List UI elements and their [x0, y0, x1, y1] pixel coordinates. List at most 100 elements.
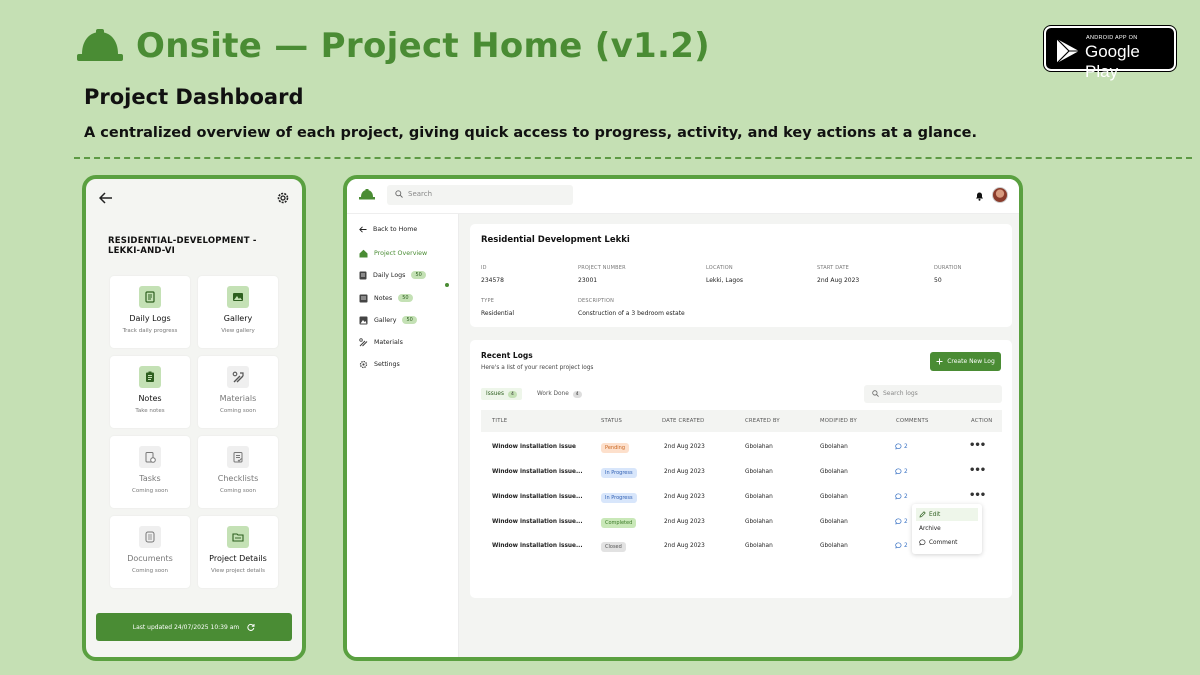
mobile-project-name: RESIDENTIAL-DEVELOPMENT -LEKKI-AND-VI: [108, 236, 257, 256]
count-badge: 50: [411, 271, 426, 279]
row-action-menu: Edit Archive Comment: [912, 504, 982, 554]
tile-title: Daily Logs: [129, 314, 171, 323]
log-title[interactable]: Window installation issue...: [492, 519, 583, 525]
plus-icon: [936, 358, 943, 365]
back-arrow-icon: [359, 225, 367, 233]
count-badge: 50: [398, 294, 413, 302]
tile-notes[interactable]: Notes Take notes: [110, 356, 190, 428]
field-label: PROJECT NUMBER: [578, 265, 626, 271]
gallery-icon: [227, 286, 249, 308]
tile-subtitle: Coming soon: [220, 408, 256, 414]
user-avatar[interactable]: [992, 187, 1008, 203]
search-logs-input[interactable]: Search logs: [864, 385, 1002, 403]
tile-title: Checklists: [217, 474, 259, 483]
sidebar-item-label: Daily Logs: [373, 271, 406, 279]
modified-by: Gbolahan: [820, 469, 848, 475]
tab-issues[interactable]: Issues 4: [481, 388, 522, 400]
menu-item-edit[interactable]: Edit: [916, 508, 978, 521]
created-by: Gbolahan: [745, 543, 773, 549]
comments-count[interactable]: 2: [895, 468, 908, 475]
field-value: Residential: [481, 310, 515, 317]
home-icon: [359, 249, 368, 258]
tile-materials[interactable]: Materials Coming soon: [198, 356, 278, 428]
more-actions-icon[interactable]: •••: [969, 465, 986, 476]
desktop-app-screen: Search Back to Home Project Overview Dai…: [343, 175, 1023, 661]
sidebar-item-label: Materials: [374, 338, 403, 346]
search-icon: [395, 190, 403, 198]
sidebar-item-label: Project Overview: [374, 249, 428, 257]
documents-icon: [139, 526, 161, 548]
comment-icon: [895, 468, 902, 475]
log-title[interactable]: Window installation issue...: [492, 543, 583, 549]
tools-icon: [227, 366, 249, 388]
sidebar-item-daily-logs[interactable]: Daily Logs 50: [359, 268, 426, 282]
global-search-input[interactable]: Search: [387, 185, 573, 205]
tile-tasks[interactable]: Tasks Coming soon: [110, 436, 190, 508]
modified-by: Gbolahan: [820, 543, 848, 549]
menu-item-label: Comment: [929, 539, 958, 546]
menu-item-archive[interactable]: Archive: [916, 522, 978, 535]
back-arrow-icon[interactable]: [99, 192, 113, 204]
settings-gear-icon[interactable]: [276, 191, 290, 205]
tile-subtitle: Coming soon: [132, 568, 168, 574]
status-badge: In Progress: [601, 468, 637, 478]
refresh-icon[interactable]: [247, 623, 255, 631]
more-actions-icon[interactable]: •••: [969, 490, 986, 501]
google-play-badge[interactable]: ANDROID APP ON Google Play: [1043, 25, 1177, 81]
tile-daily-logs[interactable]: Daily Logs Track daily progress: [110, 276, 190, 348]
comments-count[interactable]: 2: [895, 518, 908, 525]
tools-icon: [359, 337, 368, 347]
comment-icon: [895, 493, 902, 500]
field-label: ID: [481, 265, 487, 271]
log-title[interactable]: Window installation issue...: [492, 469, 583, 475]
tile-project-details[interactable]: Project Details View project details: [198, 516, 278, 588]
column-header: MODIFIED BY: [820, 418, 857, 424]
comments-value: 2: [904, 493, 908, 500]
created-by: Gbolahan: [745, 519, 773, 525]
recent-logs-title: Recent Logs: [481, 351, 533, 360]
sidebar-item-notes[interactable]: Notes 50: [359, 291, 413, 305]
last-updated-bar[interactable]: Last updated 24/07/2025 10:39 am: [96, 613, 292, 641]
tile-title: Documents: [127, 554, 173, 563]
modified-by: Gbolahan: [820, 444, 848, 450]
active-indicator-dot: [445, 283, 449, 287]
tile-subtitle: View gallery: [221, 328, 255, 334]
project-title: Residential Development Lekki: [481, 235, 630, 245]
sidebar-item-materials[interactable]: Materials: [359, 335, 403, 349]
tile-gallery[interactable]: Gallery View gallery: [198, 276, 278, 348]
notification-bell-icon[interactable]: [975, 191, 984, 201]
field-value: 50: [934, 277, 942, 284]
tile-title: Notes: [138, 394, 162, 403]
more-actions-icon[interactable]: •••: [969, 440, 986, 451]
log-title[interactable]: Window installation issue: [492, 444, 576, 450]
log-title[interactable]: Window installation issue...: [492, 494, 583, 500]
status-badge: In Progress: [601, 493, 637, 503]
field-value: 23001: [578, 277, 598, 284]
notes-icon: [139, 366, 161, 388]
recent-logs-card: Recent Logs Here's a list of your recent…: [470, 340, 1012, 598]
tab-work-done[interactable]: Work Done 4: [532, 388, 587, 400]
create-new-log-button[interactable]: Create New Log: [930, 352, 1001, 371]
comments-count[interactable]: 2: [895, 443, 908, 450]
sidebar-back-to-home[interactable]: Back to Home: [359, 222, 417, 236]
sidebar-item-project-overview[interactable]: Project Overview: [359, 246, 427, 260]
gear-icon: [359, 360, 368, 369]
sidebar-item-settings[interactable]: Settings: [359, 357, 400, 371]
table-row[interactable]: Window installation issue Pending 2nd Aug …: [481, 435, 1002, 460]
sidebar-item-gallery[interactable]: Gallery 50: [359, 313, 417, 327]
tile-documents[interactable]: Documents Coming soon: [110, 516, 190, 588]
tab-count: 4: [508, 390, 517, 398]
comments-value: 2: [904, 518, 908, 525]
status-badge: Completed: [601, 518, 637, 528]
menu-item-comment[interactable]: Comment: [916, 536, 978, 549]
comments-count[interactable]: 2: [895, 542, 908, 549]
comment-icon: [919, 539, 926, 546]
table-row[interactable]: Window installation issue... In Progress 2…: [481, 460, 1002, 485]
tile-checklists[interactable]: Checklists Coming soon: [198, 436, 278, 508]
tile-subtitle: Coming soon: [132, 488, 168, 494]
created-by: Gbolahan: [745, 469, 773, 475]
hard-hat-logo-icon[interactable]: [359, 188, 375, 200]
comments-count[interactable]: 2: [895, 493, 908, 500]
search-placeholder: Search: [408, 190, 433, 198]
tile-title: Tasks: [139, 474, 161, 483]
